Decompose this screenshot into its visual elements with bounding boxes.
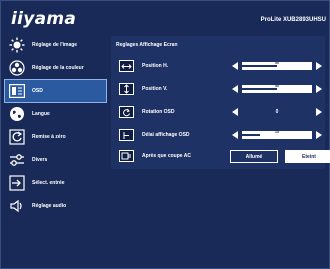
model-name: ProLite XUB2893UHSU [260,17,326,23]
osd-screen: iiyama ProLite XUB2893UHSU Réglage de l'… [0,0,330,269]
sidebar-item-label: Réglage audio [32,203,67,209]
increase-arrow-icon[interactable] [316,62,322,70]
sidebar-item-input-select[interactable]: Sélect. entrée [5,172,106,194]
sidebar-item-label: Réglage de la couleur [32,65,84,71]
slider-track[interactable]: 50 [242,84,312,93]
setting-label: Après que coupe AC [142,153,191,159]
setting-label: Position V. [142,86,168,92]
decrease-arrow-icon[interactable] [232,131,238,139]
slider-fill [242,134,260,136]
timer-icon [119,129,134,141]
sidebar-item-label: Divers [32,157,48,163]
panel-title: Reglages Affichage Ecran [116,42,178,48]
setting-row-v-position[interactable]: Position V. 50 [119,82,323,96]
brightness-icon [5,34,29,56]
sidebar-item-label: OSD [32,88,43,94]
setting-row-osd-timeout[interactable]: Délai affichage OSD 15 [119,128,323,142]
setting-row-h-position[interactable]: Position H. 50 [119,59,323,73]
increase-arrow-icon[interactable] [316,85,322,93]
osd-settings-panel: Reglages Affichage Ecran Position H. 50 … [111,36,330,169]
setting-row-ac-power-recovery[interactable]: Après que coupe AC Allumé Eteint [119,149,330,163]
sidebar-item-picture-adjust[interactable]: Réglage de l'image [5,34,106,56]
slider-track[interactable]: 15 [242,130,312,139]
rotation-value: 0 [275,109,279,115]
sidebar-item-color-adjust[interactable]: Réglage de la couleur [5,57,106,79]
h-position-slider[interactable]: 50 [232,59,322,73]
settings-sliders-icon [5,149,29,171]
sidebar-item-label: Langue [32,111,50,117]
sidebar-item-audio[interactable]: Réglage audio [5,195,106,217]
slider-fill [242,88,277,90]
setting-label: Rotation OSD [142,109,175,115]
v-position-slider[interactable]: 50 [232,82,322,96]
sidebar-item-label: Réglage de l'image [32,42,78,48]
slider-track[interactable]: 50 [242,61,312,70]
color-palette-icon [5,57,29,79]
sidebar-menu: Réglage de l'image Réglage de la couleur… [4,34,107,218]
sidebar-item-label: Sélect. entrée [32,180,65,186]
osd-rotation-selector[interactable]: 0 [232,105,322,119]
brand-logo: iiyama [11,9,77,29]
decrease-arrow-icon[interactable] [232,62,238,70]
ac-power-icon [119,150,134,162]
osd-icon [5,80,29,102]
increase-arrow-icon[interactable] [316,108,322,116]
ac-power-toggle[interactable]: Allumé Eteint [230,149,330,163]
osd-timeout-slider[interactable]: 15 [232,128,322,142]
option-on-button[interactable]: Allumé [230,150,278,163]
decrease-arrow-icon[interactable] [232,108,238,116]
rotation-icon [119,106,134,118]
setting-row-osd-rotation[interactable]: Rotation OSD 0 [119,105,323,119]
horizontal-position-icon [119,60,134,72]
sidebar-item-label: Remise à zéro [32,134,66,140]
option-off-button[interactable]: Eteint [285,150,330,163]
sidebar-item-osd[interactable]: OSD [4,79,107,103]
speaker-icon [5,195,29,217]
setting-label: Position H. [142,63,169,69]
globe-icon [5,103,29,125]
increase-arrow-icon[interactable] [316,131,322,139]
slider-fill [242,65,277,67]
setting-label: Délai affichage OSD [142,132,190,138]
sidebar-item-misc[interactable]: Divers [5,149,106,171]
reset-icon [5,126,29,148]
vertical-position-icon [119,83,134,95]
sidebar-item-reset[interactable]: Remise à zéro [5,126,106,148]
decrease-arrow-icon[interactable] [232,85,238,93]
sidebar-item-language[interactable]: Langue [5,103,106,125]
input-select-icon [5,172,29,194]
